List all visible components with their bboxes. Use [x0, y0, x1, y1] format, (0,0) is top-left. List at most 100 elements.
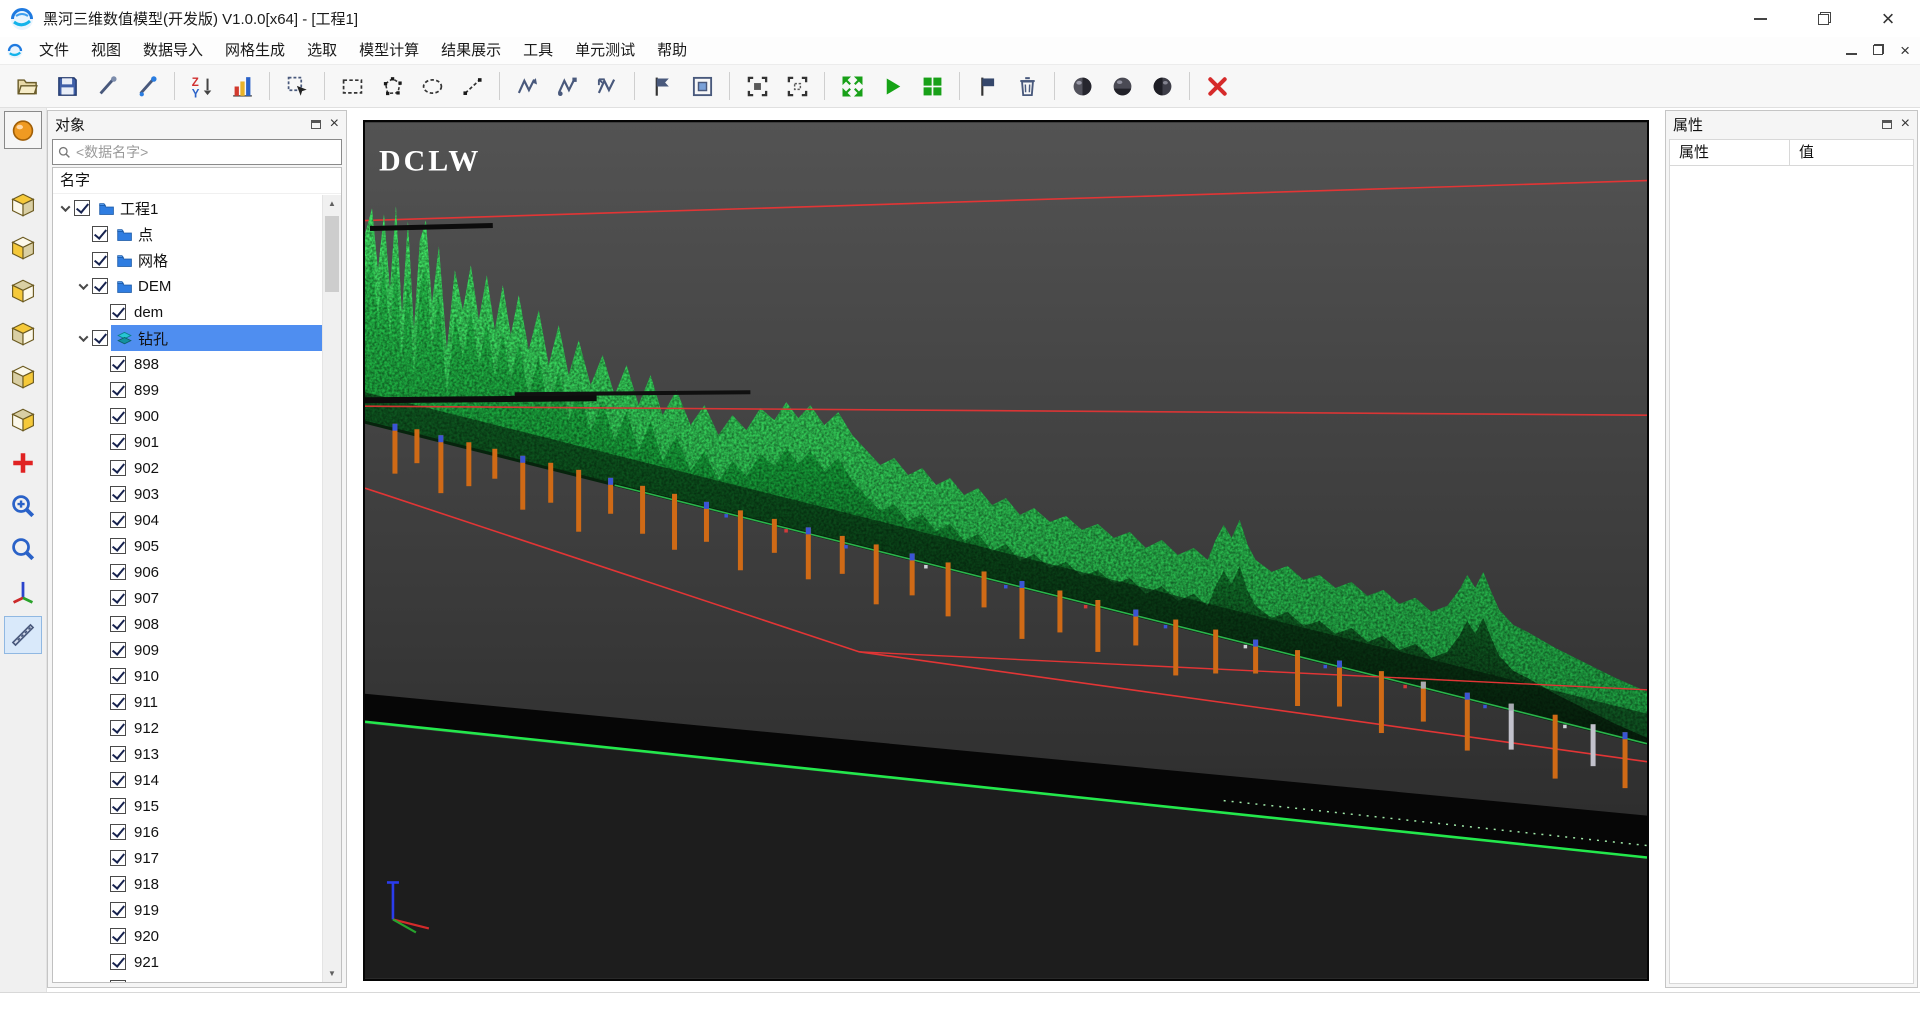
mesh-view-button[interactable] [913, 68, 951, 104]
tree-item-工程1[interactable]: 工程1 [53, 195, 322, 221]
tree-item-903[interactable]: 903 [53, 481, 322, 507]
tree-item-900[interactable]: 900 [53, 403, 322, 429]
tree-checkbox[interactable] [110, 408, 126, 424]
tree-checkbox[interactable] [110, 876, 126, 892]
menu-item-8[interactable]: 工具 [512, 37, 564, 64]
tree-checkbox[interactable] [92, 252, 108, 268]
tree-row-core[interactable]: 907 [129, 585, 322, 611]
fit-view-button[interactable] [833, 68, 871, 104]
tree-checkbox[interactable] [110, 694, 126, 710]
tree-row-core[interactable]: 904 [129, 507, 322, 533]
histogram-button[interactable] [223, 68, 261, 104]
tree-checkbox[interactable] [110, 382, 126, 398]
flag-pick-button[interactable] [643, 68, 681, 104]
tree-item-916[interactable]: 916 [53, 819, 322, 845]
tree-row-core[interactable]: 903 [129, 481, 322, 507]
pick-box-button[interactable] [278, 68, 316, 104]
delete-item-button[interactable] [1008, 68, 1046, 104]
tree-checkbox[interactable] [110, 746, 126, 762]
tree-item-915[interactable]: 915 [53, 793, 322, 819]
tree-checkbox[interactable] [110, 512, 126, 528]
tree-item-919[interactable]: 919 [53, 897, 322, 923]
tree-item-920[interactable]: 920 [53, 923, 322, 949]
save-button[interactable] [48, 68, 86, 104]
tree-checkbox[interactable] [74, 200, 90, 216]
tree-item-908[interactable]: 908 [53, 611, 322, 637]
tree-item-922[interactable]: 922 [53, 975, 322, 982]
tree-row-core[interactable]: 911 [129, 689, 322, 715]
tree-row-core[interactable]: 913 [129, 741, 322, 767]
tree-checkbox[interactable] [110, 590, 126, 606]
tree-checkbox[interactable] [110, 720, 126, 736]
tree-item-905[interactable]: 905 [53, 533, 322, 559]
tree-row-core[interactable]: 898 [129, 351, 322, 377]
tree-item-904[interactable]: 904 [53, 507, 322, 533]
select-polygon-button[interactable] [373, 68, 411, 104]
probe-line-button[interactable] [88, 68, 126, 104]
tree-row-core[interactable]: 906 [129, 559, 322, 585]
mdi-minimize-button[interactable] [1846, 42, 1857, 59]
chevron-down-icon[interactable] [75, 335, 91, 342]
select-rect-button[interactable] [333, 68, 371, 104]
tree-row-core[interactable]: 钻孔 [111, 325, 322, 351]
tree-row-core[interactable]: 919 [129, 897, 322, 923]
tree-item-902[interactable]: 902 [53, 455, 322, 481]
view-cube-top-button[interactable] [4, 358, 42, 396]
tree-row-core[interactable]: 909 [129, 637, 322, 663]
view-cube-bottom-button[interactable] [4, 401, 42, 439]
properties-column-name[interactable]: 属性 [1670, 140, 1790, 165]
tree-item-918[interactable]: 918 [53, 871, 322, 897]
object-panel-float-button[interactable] [311, 116, 321, 133]
tree-checkbox[interactable] [110, 954, 126, 970]
zoom-in-tool-button[interactable] [4, 487, 42, 525]
tree-row-core[interactable]: DEM [111, 273, 322, 299]
tree-item-dem[interactable]: dem [53, 299, 322, 325]
add-section-tool-button[interactable] [4, 444, 42, 482]
tree-item-909[interactable]: 909 [53, 637, 322, 663]
tree-checkbox[interactable] [110, 928, 126, 944]
menu-item-1[interactable]: 文件 [28, 37, 80, 64]
tree-item-钻孔[interactable]: 钻孔 [53, 325, 322, 351]
tree-item-917[interactable]: 917 [53, 845, 322, 871]
select-ellipse-button[interactable] [413, 68, 451, 104]
tree-checkbox[interactable] [110, 434, 126, 450]
sort-zy-button[interactable]: ZY [183, 68, 221, 104]
viewport-3d-scene[interactable]: DCLW [365, 122, 1647, 979]
mark-flag-button[interactable] [968, 68, 1006, 104]
tree-checkbox[interactable] [110, 902, 126, 918]
menu-item-9[interactable]: 单元测试 [564, 37, 646, 64]
properties-panel-close-button[interactable]: × [1901, 116, 1910, 132]
tree-checkbox[interactable] [110, 616, 126, 632]
tree-checkbox[interactable] [110, 824, 126, 840]
tree-item-DEM[interactable]: DEM [53, 273, 322, 299]
tree-row-core[interactable]: 905 [129, 533, 322, 559]
tree-row-core[interactable]: 901 [129, 429, 322, 455]
tree-row-core[interactable]: 910 [129, 663, 322, 689]
tree-row-core[interactable]: 902 [129, 455, 322, 481]
probe-line-blue-button[interactable] [128, 68, 166, 104]
tree-row-core[interactable]: 899 [129, 377, 322, 403]
run-compute-button[interactable] [873, 68, 911, 104]
tree-item-912[interactable]: 912 [53, 715, 322, 741]
tree-row-core[interactable]: 915 [129, 793, 322, 819]
select-line-button[interactable] [453, 68, 491, 104]
tree-checkbox[interactable] [110, 772, 126, 788]
zoom-out-tool-button[interactable] [4, 530, 42, 568]
view-cube-left-button[interactable] [4, 272, 42, 310]
shade-mode-1-button[interactable] [1063, 68, 1101, 104]
extent-select-small-button[interactable] [778, 68, 816, 104]
tree-item-910[interactable]: 910 [53, 663, 322, 689]
properties-panel-float-button[interactable] [1882, 116, 1892, 133]
viewport-3d[interactable]: DCLW [363, 120, 1649, 981]
axis-tool-button[interactable] [4, 573, 42, 611]
tree-checkbox[interactable] [110, 486, 126, 502]
fence-select-3-button[interactable] [588, 68, 626, 104]
tree-item-901[interactable]: 901 [53, 429, 322, 455]
tree-checkbox[interactable] [110, 642, 126, 658]
tree-checkbox[interactable] [92, 330, 108, 346]
tree-item-906[interactable]: 906 [53, 559, 322, 585]
menu-item-4[interactable]: 网格生成 [214, 37, 296, 64]
mdi-restore-button[interactable] [1873, 42, 1884, 59]
tree-row-core[interactable]: 920 [129, 923, 322, 949]
tree-item-913[interactable]: 913 [53, 741, 322, 767]
